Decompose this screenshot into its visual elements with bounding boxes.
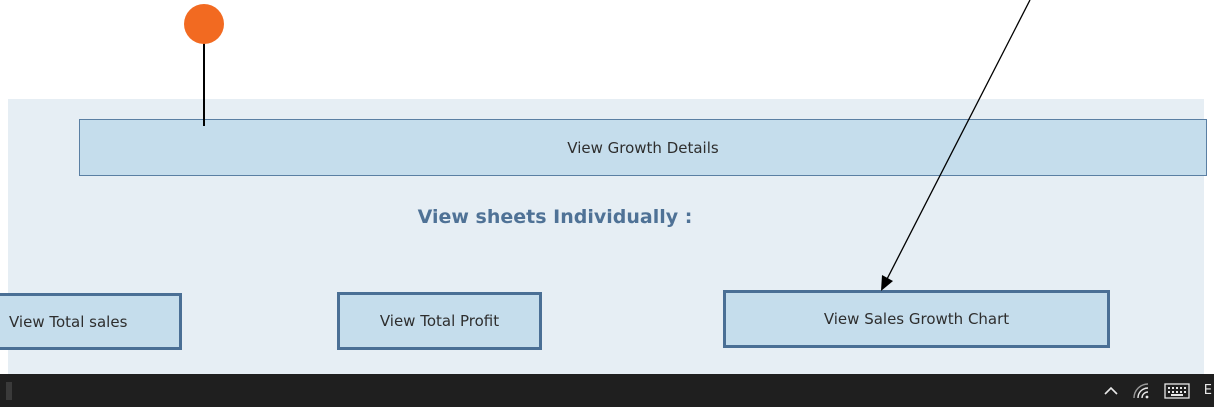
view-sales-growth-chart-label: View Sales Growth Chart xyxy=(823,310,1010,328)
wifi-icon[interactable] xyxy=(1132,381,1150,401)
taskbar: E xyxy=(0,374,1214,407)
keyboard-icon[interactable] xyxy=(1164,381,1190,401)
screenshot-stage: View Growth Details View sheets Individu… xyxy=(0,0,1214,407)
view-total-profit-button[interactable]: View Total Profit xyxy=(337,292,542,350)
tray-text: E xyxy=(1203,383,1212,398)
view-growth-details-label: View Growth Details xyxy=(567,138,719,157)
chevron-up-icon[interactable] xyxy=(1104,381,1118,401)
view-growth-details-button[interactable]: View Growth Details xyxy=(79,119,1207,176)
view-total-sales-button[interactable]: View Total sales xyxy=(0,293,182,350)
taskbar-left-edge xyxy=(6,382,12,400)
system-tray: E xyxy=(1104,374,1214,407)
view-total-sales-label: View Total sales xyxy=(9,312,128,331)
section-title: View sheets Individually : xyxy=(417,206,693,228)
orange-marker-dot xyxy=(184,4,224,44)
view-total-profit-label: View Total Profit xyxy=(379,312,500,330)
view-sales-growth-chart-button[interactable]: View Sales Growth Chart xyxy=(723,290,1110,348)
